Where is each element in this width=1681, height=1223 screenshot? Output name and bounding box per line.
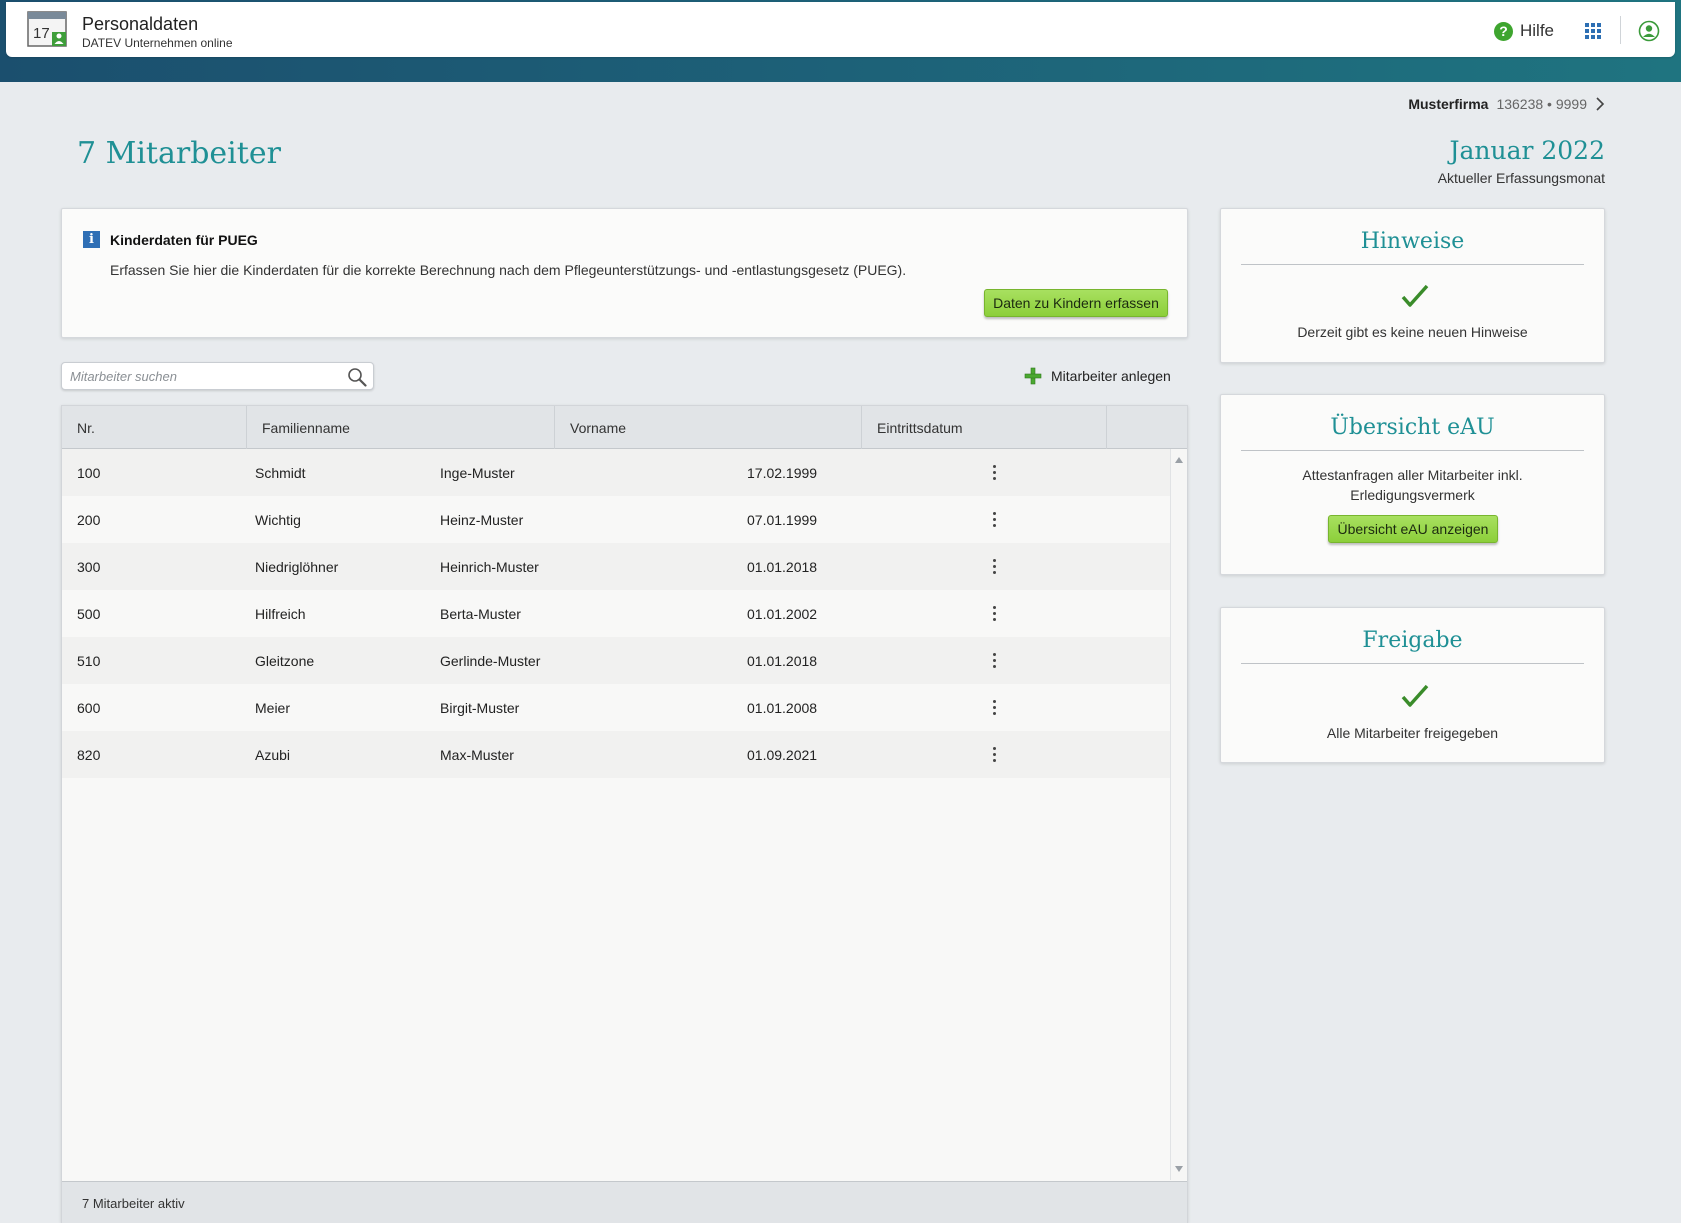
eau-title: Übersicht eAU: [1241, 415, 1584, 451]
row-menu-icon[interactable]: [984, 649, 1004, 673]
table-row[interactable]: 600 Meier Birgit-Muster 01.01.2008: [62, 684, 1170, 731]
row-menu-icon[interactable]: [984, 743, 1004, 767]
info-card-text: Erfassen Sie hier die Kinderdaten für di…: [110, 262, 907, 278]
show-eau-overview-button[interactable]: Übersicht eAU anzeigen: [1328, 515, 1498, 543]
checkmark-icon: [1401, 284, 1429, 307]
row-menu-icon[interactable]: [984, 508, 1004, 532]
cell-nr: 500: [77, 605, 101, 622]
hinweise-card: Hinweise Derzeit gibt es keine neuen Hin…: [1220, 208, 1605, 363]
cell-vorname: Inge-Muster: [440, 464, 515, 481]
row-menu-icon[interactable]: [984, 555, 1004, 579]
cell-vorname: Heinrich-Muster: [440, 558, 539, 575]
checkmark-icon: [1401, 684, 1429, 707]
cell-vorname: Berta-Muster: [440, 605, 521, 622]
employee-search: [61, 362, 374, 390]
help-circle-icon: ?: [1494, 21, 1513, 41]
cell-familienname: Hilfreich: [255, 605, 306, 622]
freigabe-title: Freigabe: [1241, 628, 1584, 664]
row-menu-icon[interactable]: [984, 696, 1004, 720]
table-row[interactable]: 500 Hilfreich Berta-Muster 01.01.2002: [62, 590, 1170, 637]
add-employee-button[interactable]: Mitarbeiter anlegen: [1024, 364, 1171, 388]
table-row[interactable]: 200 Wichtig Heinz-Muster 07.01.1999: [62, 496, 1170, 543]
cell-familienname: Schmidt: [255, 464, 306, 481]
eau-card: Übersicht eAU Attestanfragen aller Mitar…: [1220, 394, 1605, 575]
table-footer: 7 Mitarbeiter aktiv: [62, 1181, 1187, 1223]
cell-eintrittsdatum: 07.01.1999: [747, 511, 818, 528]
cell-vorname: Birgit-Muster: [440, 699, 520, 716]
cell-vorname: Max-Muster: [440, 746, 514, 763]
freigabe-text: Alle Mitarbeiter freigegeben: [1326, 725, 1499, 741]
scroll-up-icon[interactable]: [1175, 457, 1183, 463]
table-row[interactable]: 100 Schmidt Inge-Muster 17.02.1999: [62, 449, 1170, 496]
column-header-actions: [1107, 406, 1187, 449]
table-header: Nr. Familienname Vorname Eintrittsdatum: [62, 406, 1187, 449]
table-body: 100 Schmidt Inge-Muster 17.02.1999 200 W…: [62, 449, 1170, 778]
table-row[interactable]: 300 Niedriglöhner Heinrich-Muster 01.01.…: [62, 543, 1170, 590]
page-title: 7 Mitarbeiter: [77, 136, 281, 171]
help-button[interactable]: ? Hilfe: [1494, 19, 1554, 43]
cell-familienname: Meier: [255, 699, 291, 716]
search-icon[interactable]: [347, 367, 367, 387]
calendar-person-icon: 17: [27, 11, 67, 47]
plus-icon: [1024, 367, 1042, 385]
column-header-eintrittsdatum[interactable]: Eintrittsdatum: [862, 406, 1107, 449]
help-label: Hilfe: [1520, 21, 1555, 40]
cell-nr: 300: [77, 558, 101, 575]
pueg-info-card: i Kinderdaten für PUEG Erfassen Sie hier…: [61, 208, 1188, 338]
info-card-title: Kinderdaten für PUEG: [110, 232, 258, 248]
hinweise-text: Derzeit gibt es keine neuen Hinweise: [1297, 324, 1528, 340]
cell-eintrittsdatum: 01.01.2008: [747, 699, 818, 716]
cell-familienname: Niedriglöhner: [255, 558, 339, 575]
freigabe-card: Freigabe Alle Mitarbeiter freigegeben: [1220, 607, 1605, 763]
column-header-vorname[interactable]: Vorname: [555, 406, 862, 449]
employee-table: Nr. Familienname Vorname Eintrittsdatum …: [61, 405, 1188, 1223]
app-subtitle: DATEV Unternehmen online: [82, 36, 233, 50]
cell-vorname: Heinz-Muster: [440, 511, 524, 528]
cell-nr: 100: [77, 464, 101, 481]
user-account-icon[interactable]: [1638, 20, 1660, 42]
add-employee-label: Mitarbeiter anlegen: [1051, 368, 1171, 384]
info-icon: i: [83, 231, 100, 248]
calendar-day: 17: [33, 25, 50, 42]
row-menu-icon[interactable]: [984, 602, 1004, 626]
cell-nr: 600: [77, 699, 101, 716]
company-number: 136238 • 9999: [1496, 96, 1587, 112]
table-row[interactable]: 820 Azubi Max-Muster 01.09.2021: [62, 731, 1170, 778]
column-header-nr[interactable]: Nr.: [62, 406, 247, 449]
current-month: Januar 2022: [1449, 136, 1605, 165]
table-scrollbar[interactable]: [1170, 449, 1187, 1180]
cell-familienname: Azubi: [255, 746, 291, 763]
cell-nr: 200: [77, 511, 101, 528]
capture-children-data-button[interactable]: Daten zu Kindern erfassen: [984, 289, 1168, 317]
cell-familienname: Wichtig: [255, 511, 301, 528]
eau-text: Attestanfragen aller Mitarbeiter inkl. E…: [1302, 467, 1523, 503]
cell-vorname: Gerlinde-Muster: [440, 652, 541, 669]
search-input[interactable]: [62, 363, 332, 389]
cell-familienname: Gleitzone: [255, 652, 315, 669]
apps-grid-icon[interactable]: [1584, 22, 1602, 40]
column-header-familienname[interactable]: Familienname: [247, 406, 555, 449]
hinweise-title: Hinweise: [1241, 229, 1584, 265]
current-month-label: Aktueller Erfassungsmonat: [1437, 170, 1605, 186]
table-row[interactable]: 510 Gleitzone Gerlinde-Muster 01.01.2018: [62, 637, 1170, 684]
cell-eintrittsdatum: 01.09.2021: [747, 746, 818, 763]
chevron-right-icon: [1596, 97, 1605, 111]
row-menu-icon[interactable]: [984, 461, 1004, 485]
cell-nr: 820: [77, 746, 101, 763]
cell-nr: 510: [77, 652, 101, 669]
header-divider: [1620, 16, 1621, 44]
cell-eintrittsdatum: 01.01.2018: [747, 652, 818, 669]
cell-eintrittsdatum: 01.01.2018: [747, 558, 818, 575]
app-header: 17 Personaldaten DATEV Unternehmen onlin…: [6, 2, 1675, 57]
scroll-down-icon[interactable]: [1175, 1166, 1183, 1172]
cell-eintrittsdatum: 17.02.1999: [747, 464, 818, 481]
app-title: Personaldaten: [82, 14, 199, 34]
company-selector[interactable]: Musterfirma 136238 • 9999: [1408, 96, 1605, 112]
company-name: Musterfirma: [1408, 96, 1489, 112]
cell-eintrittsdatum: 01.01.2002: [747, 605, 818, 622]
